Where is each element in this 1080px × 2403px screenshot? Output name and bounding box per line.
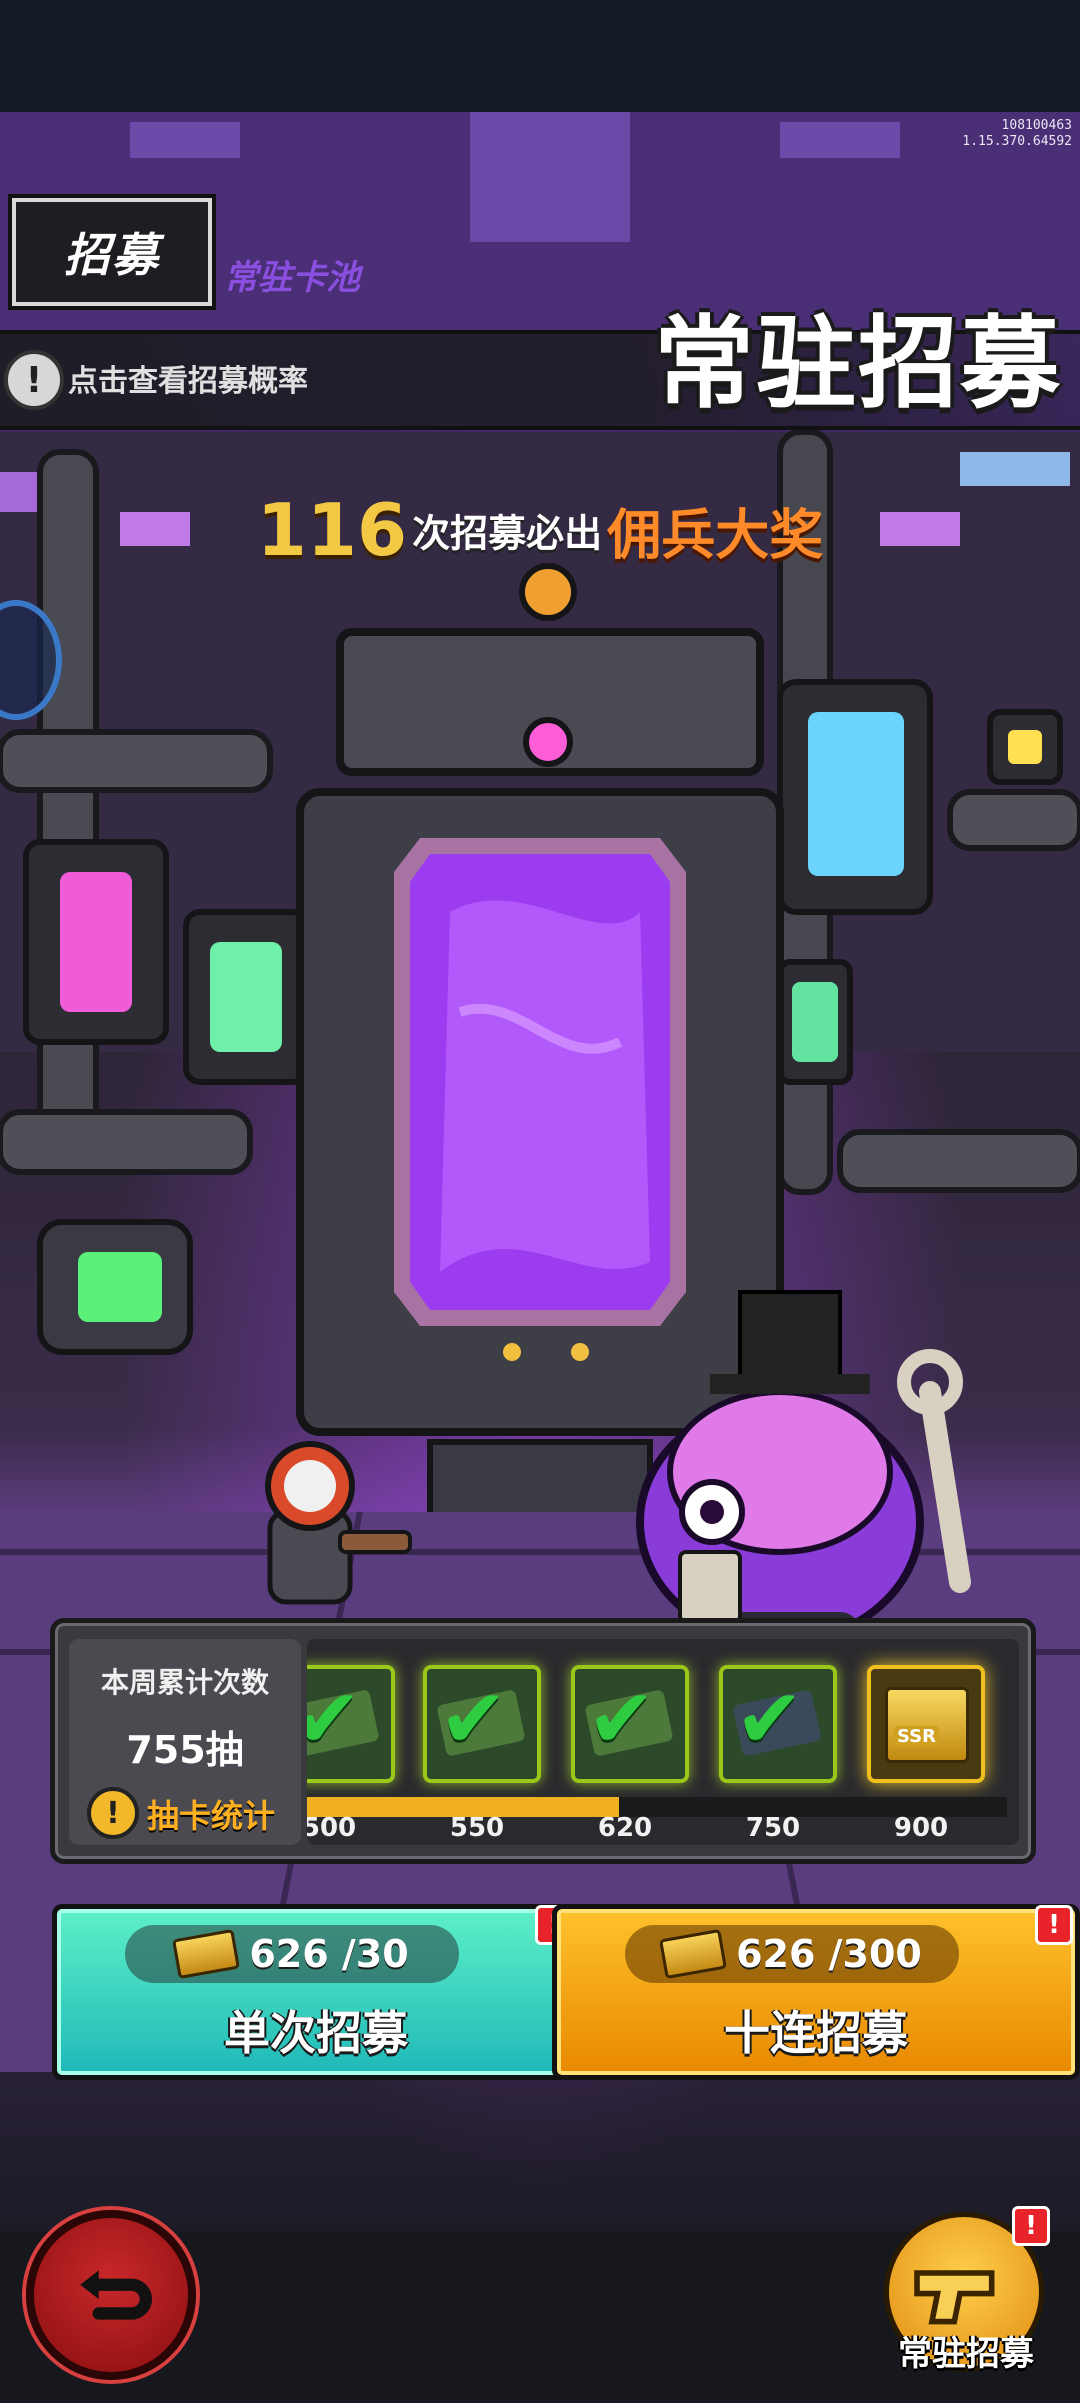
weekly-label: 本周累计次数	[100, 1666, 269, 1699]
stats-info-icon[interactable]: !	[87, 1787, 139, 1839]
milestone-value: 620	[597, 1813, 653, 1843]
build-id: 108100463	[1001, 118, 1072, 133]
milestone-reward-claimed[interactable]: ✔	[423, 1665, 541, 1783]
pity-count: 116	[256, 488, 408, 572]
banner-title: 常驻招募	[654, 305, 1062, 422]
draw-stats-button[interactable]: 抽卡统计	[147, 1791, 275, 1837]
ticket-icon	[172, 1928, 241, 1980]
ten-recruit-label: 十连招募	[724, 2006, 908, 2060]
check-icon: ✔	[735, 1672, 804, 1767]
pity-text: 次招募必出	[412, 511, 603, 556]
milestone-value: 550	[449, 1813, 505, 1843]
back-arrow-icon	[80, 2270, 152, 2320]
alert-badge: !	[1035, 1905, 1073, 1945]
single-recruit-button[interactable]: 626 /30 单次招募 !	[52, 1904, 580, 2080]
ticket-icon	[659, 1928, 728, 1980]
check-icon: ✔	[587, 1672, 656, 1767]
standard-recruit-label[interactable]: 常驻招募	[880, 2326, 1052, 2375]
build-info: 108100463 1.15.370.64592	[962, 118, 1072, 150]
milestone-reward-claimed[interactable]: ✔	[719, 1665, 837, 1783]
check-icon: ✔	[307, 1672, 362, 1767]
pity-counter: 116 次招募必出 佣兵大奖	[0, 488, 1080, 572]
exclamation-icon[interactable]: !	[4, 350, 64, 410]
milestone-track: ✔ ✔ ✔ ✔ SSR 500 550 620 750 900	[307, 1639, 1019, 1845]
ssr-badge: SSR	[894, 1726, 939, 1747]
ten-cost-pill: 626 /300	[625, 1925, 959, 1983]
status-bar	[0, 0, 1080, 112]
probability-info-text[interactable]: 点击查看招募概率	[68, 356, 308, 400]
alert-badge: !	[1012, 2206, 1050, 2246]
milestone-reward-ssr[interactable]: SSR	[867, 1665, 985, 1783]
single-recruit-label: 单次招募	[224, 2006, 408, 2060]
pity-prize: 佣兵大奖	[607, 503, 824, 567]
ten-cost: 626 /300	[736, 1932, 922, 1976]
milestone-value: 500	[307, 1813, 357, 1843]
weekly-progress-panel: 本周累计次数 755抽 ! 抽卡统计 ✔ ✔ ✔ ✔ SSR 500 550 6…	[50, 1618, 1036, 1864]
milestone-value: 750	[745, 1813, 801, 1843]
recruit-tab[interactable]: 招募	[12, 198, 212, 306]
single-cost-pill: 626 /30	[125, 1925, 459, 1983]
recruit-tab-label: 招募	[64, 228, 160, 282]
milestone-reward-claimed[interactable]: ✔	[307, 1665, 395, 1783]
back-button[interactable]	[26, 2210, 196, 2380]
pool-name: 常驻卡池	[224, 258, 360, 298]
ten-recruit-button[interactable]: 626 /300 十连招募 !	[552, 1904, 1080, 2080]
weekly-summary: 本周累计次数 755抽 ! 抽卡统计	[69, 1639, 301, 1845]
weekly-count: 755抽	[126, 1728, 244, 1772]
build-version: 1.15.370.64592	[962, 134, 1072, 149]
check-icon: ✔	[439, 1672, 508, 1767]
milestone-reward-claimed[interactable]: ✔	[571, 1665, 689, 1783]
milestone-value: 900	[893, 1813, 949, 1843]
single-cost: 626 /30	[249, 1932, 409, 1976]
ssr-chest-icon: SSR	[885, 1687, 969, 1763]
